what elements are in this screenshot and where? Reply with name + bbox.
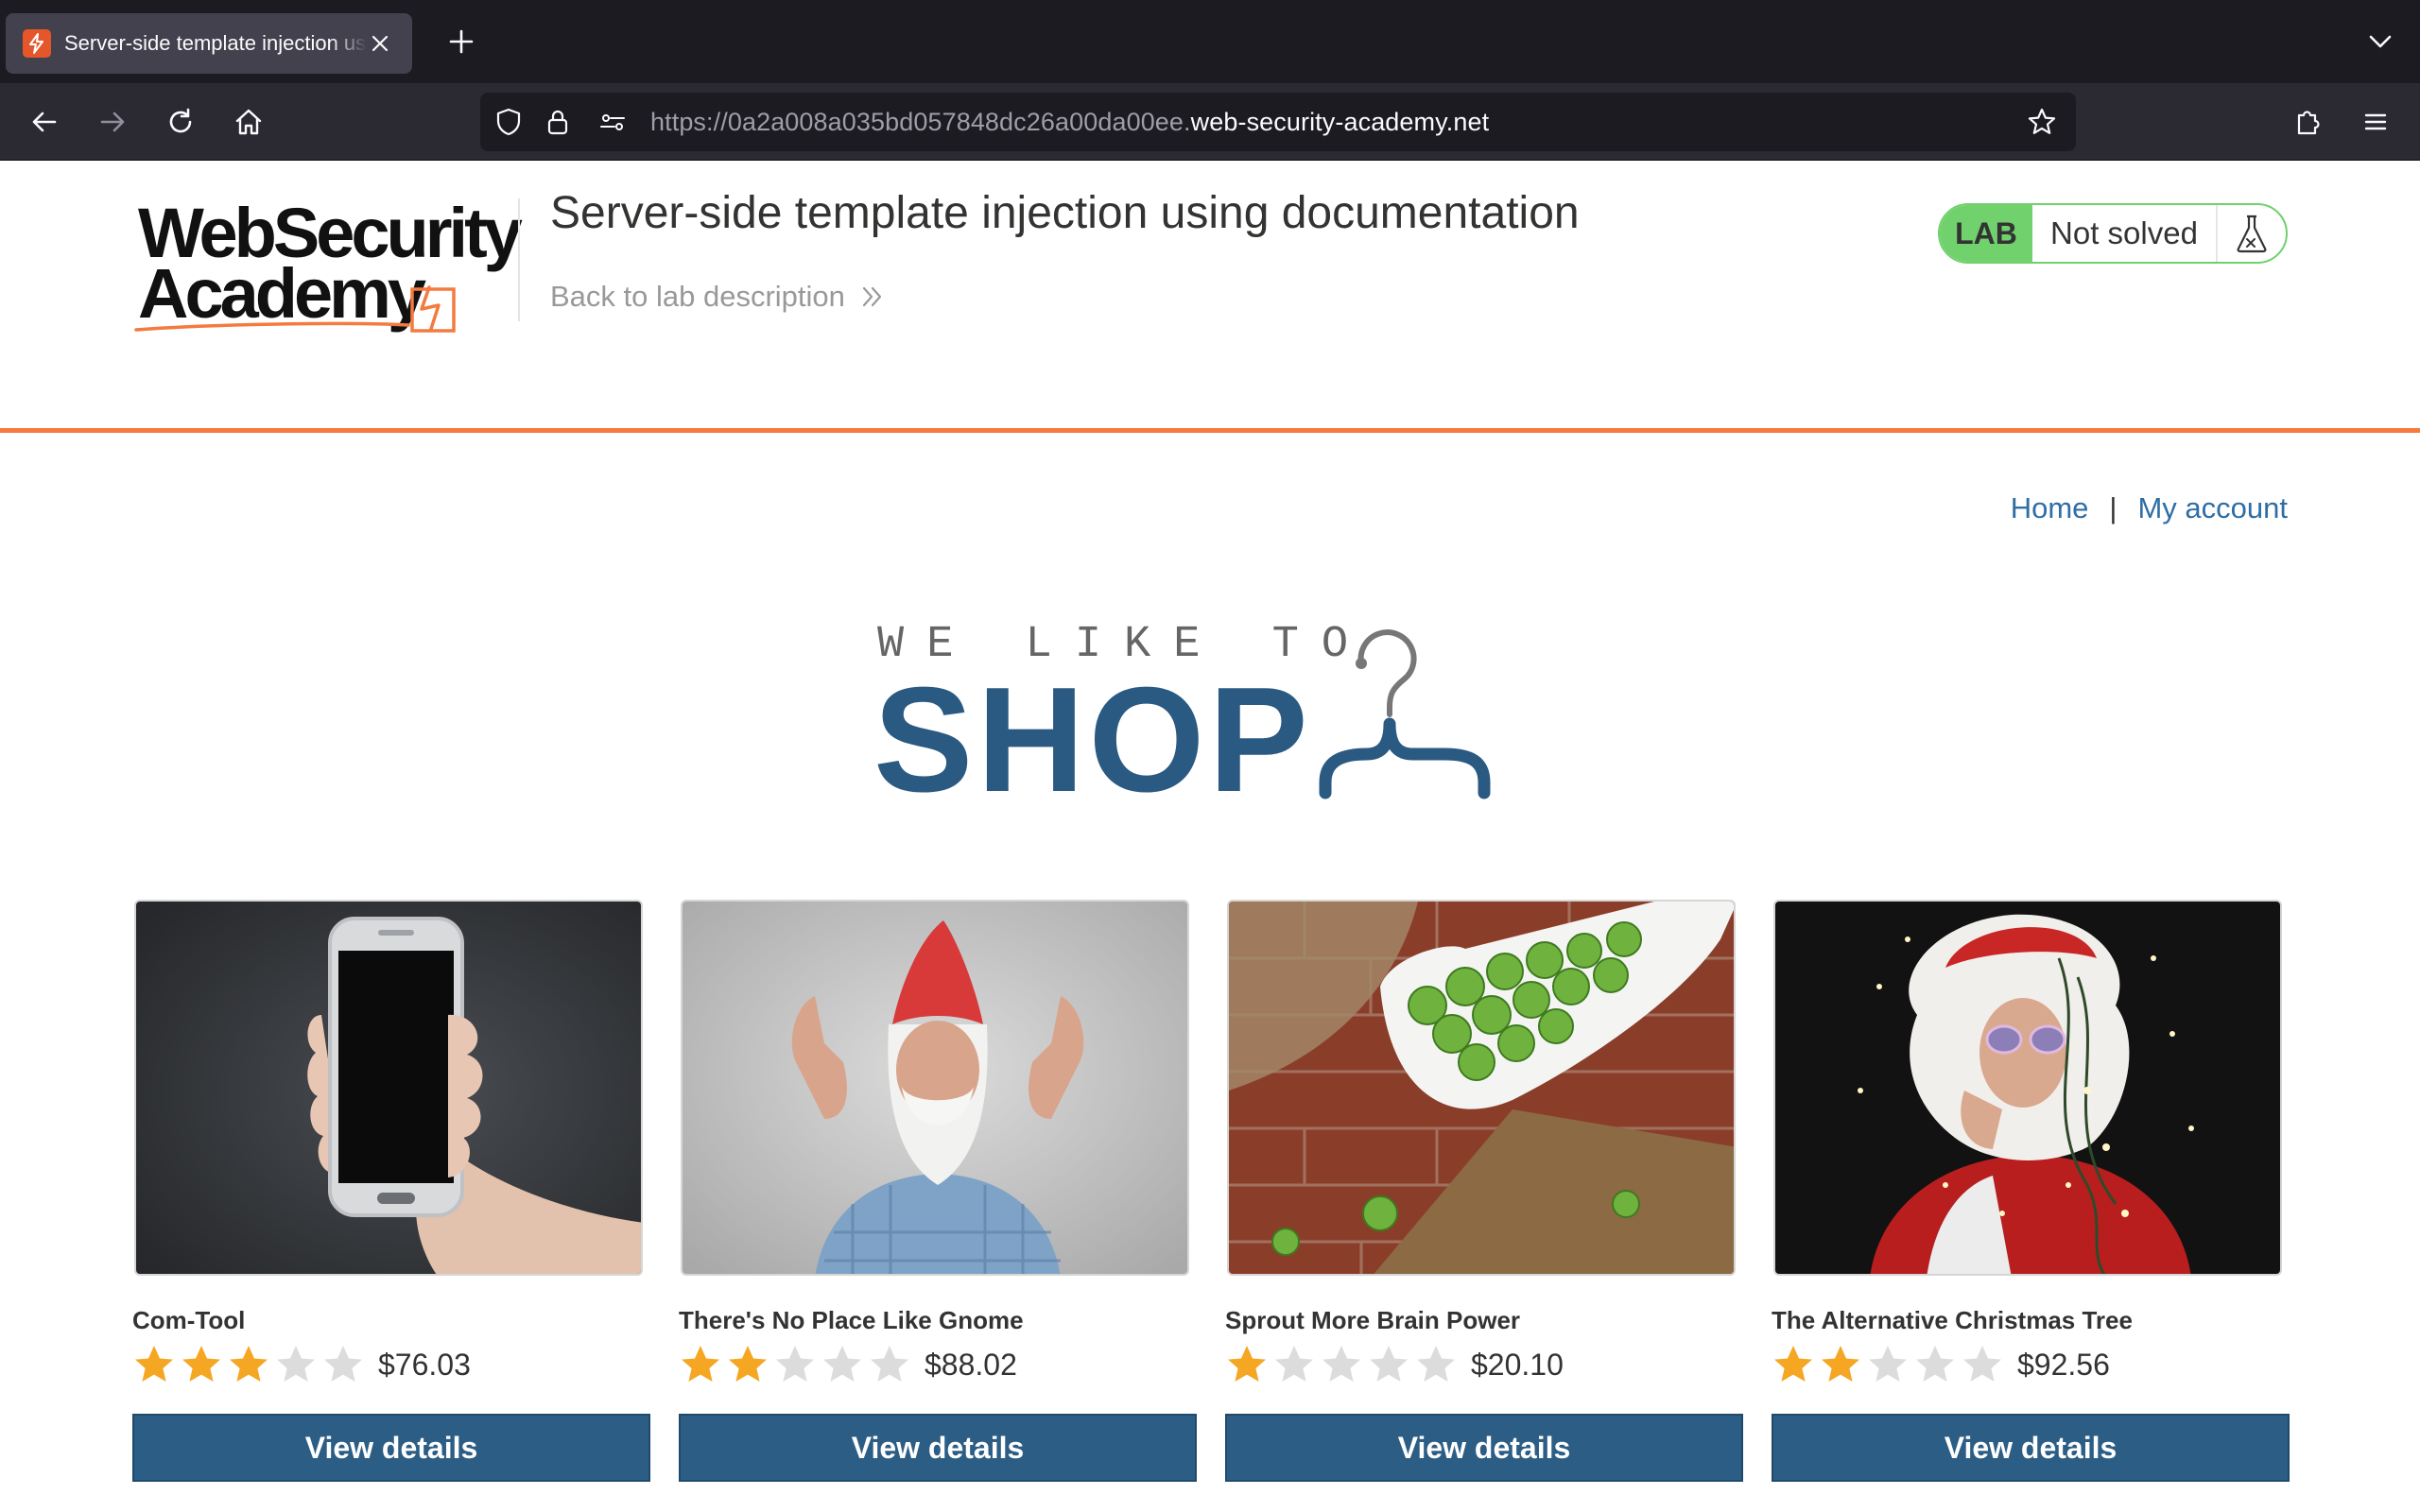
close-tab-icon[interactable]: [367, 30, 393, 57]
browser-tab-active[interactable]: Server-side template injection using doc…: [6, 13, 412, 74]
star-empty-icon: [324, 1346, 362, 1382]
arrow-right-icon: [100, 112, 125, 132]
browser-toolbar: https://0a2a008a035bd057848dc26a00da00ee…: [0, 83, 2420, 161]
product-rating: $88.02: [679, 1342, 1017, 1387]
back-button[interactable]: [25, 102, 64, 142]
view-details-button[interactable]: View details: [679, 1414, 1197, 1482]
extensions-button[interactable]: [2288, 102, 2327, 142]
permissions-icon[interactable]: [597, 107, 628, 137]
star-filled-icon: [135, 1346, 173, 1382]
product-name: The Alternative Christmas Tree: [1772, 1306, 2133, 1334]
star-filled-icon: [230, 1346, 268, 1382]
menu-button[interactable]: [2356, 102, 2395, 142]
top-navigation: Home | My account: [2011, 491, 2288, 525]
puzzle-icon: [2297, 111, 2320, 135]
star-empty-icon: [1869, 1346, 1907, 1382]
star-filled-icon: [682, 1346, 719, 1382]
hamburger-menu-icon: [2364, 113, 2387, 130]
product-image-gnome[interactable]: [681, 900, 1189, 1276]
product-rating: $92.56: [1772, 1342, 2110, 1387]
star-filled-icon: [1822, 1346, 1859, 1382]
product-price: $76.03: [378, 1347, 471, 1382]
my-account-link[interactable]: My account: [2137, 491, 2288, 525]
url-domain: web-security-academy.net: [1190, 108, 1490, 136]
portswigger-favicon-icon: [23, 29, 51, 58]
view-details-button[interactable]: View details: [1225, 1414, 1743, 1482]
star-empty-icon: [1275, 1346, 1313, 1382]
star-empty-icon: [1963, 1346, 2001, 1382]
product-image-sprouts[interactable]: [1227, 900, 1736, 1276]
logo-underline-bolt-icon: [134, 285, 456, 333]
product-rating: $20.10: [1225, 1342, 1564, 1387]
reload-button[interactable]: [161, 102, 200, 142]
home-icon: [235, 109, 262, 135]
lab-header: WebSecurity Academy Server-side template…: [0, 161, 2420, 433]
product-rating: $76.03: [132, 1342, 471, 1387]
star-filled-icon: [729, 1346, 767, 1382]
banner-shop-word: SHOP: [873, 657, 1312, 823]
product-price: $92.56: [2017, 1347, 2110, 1382]
new-tab-icon[interactable]: [442, 23, 480, 60]
product-name: Sprout More Brain Power: [1225, 1306, 1521, 1334]
product-card: There's No Place Like Gnome $88.02 View …: [679, 900, 1197, 1486]
product-name: Com-Tool: [132, 1306, 246, 1334]
forward-button[interactable]: [93, 102, 132, 142]
product-name: There's No Place Like Gnome: [679, 1306, 1024, 1334]
star-filled-icon: [182, 1346, 220, 1382]
star-empty-icon: [823, 1346, 861, 1382]
coat-hanger-icon: [1319, 629, 1491, 799]
lab-status-widget: LAB Not solved: [1938, 203, 2288, 264]
arrow-left-icon: [32, 112, 57, 132]
product-card: Sprout More Brain Power $20.10 View deta…: [1225, 900, 1743, 1486]
chevron-down-icon[interactable]: [2363, 25, 2397, 59]
double-chevron-right-icon: [862, 286, 882, 307]
back-to-lab-description-link[interactable]: Back to lab description: [550, 280, 885, 314]
home-button[interactable]: [229, 102, 268, 142]
flask-icon: [2218, 205, 2286, 262]
product-grid: Com-Tool $76.03 View details There's No …: [132, 900, 2290, 1486]
star-empty-icon: [1322, 1346, 1360, 1382]
back-link-label: Back to lab description: [550, 280, 845, 313]
star-filled-icon: [1774, 1346, 1812, 1382]
star-filled-icon: [1228, 1346, 1266, 1382]
home-link[interactable]: Home: [2011, 491, 2089, 525]
reload-icon: [169, 108, 192, 133]
url-text[interactable]: https://0a2a008a035bd057848dc26a00da00ee…: [650, 108, 1489, 137]
product-image-christmas-tree[interactable]: [1773, 900, 2282, 1276]
nav-separator: |: [2109, 491, 2118, 524]
shop-banner: WE LIKE TO SHOP: [873, 620, 1548, 815]
product-price: $88.02: [925, 1347, 1017, 1382]
star-empty-icon: [871, 1346, 908, 1382]
bookmark-star-icon[interactable]: [2027, 107, 2057, 137]
lock-icon[interactable]: [543, 107, 573, 137]
star-empty-icon: [776, 1346, 814, 1382]
lab-badge: LAB: [1940, 205, 2032, 262]
tab-title: Server-side template injection using doc…: [64, 31, 367, 55]
product-price: $20.10: [1471, 1347, 1564, 1382]
view-details-button[interactable]: View details: [132, 1414, 650, 1482]
product-image-com-tool[interactable]: [134, 900, 643, 1276]
address-bar[interactable]: https://0a2a008a035bd057848dc26a00da00ee…: [480, 93, 2076, 151]
star-empty-icon: [1370, 1346, 1408, 1382]
view-details-button[interactable]: View details: [1772, 1414, 2290, 1482]
lab-title: Server-side template injection using doc…: [550, 188, 1580, 238]
header-divider: [518, 198, 520, 321]
shield-icon[interactable]: [493, 107, 524, 137]
url-prefix: https://0a2a008a035bd057848dc26a00da00ee…: [650, 108, 1191, 136]
product-card: The Alternative Christmas Tree $92.56 Vi…: [1772, 900, 2290, 1486]
star-empty-icon: [1417, 1346, 1455, 1382]
star-empty-icon: [277, 1346, 315, 1382]
star-empty-icon: [1916, 1346, 1954, 1382]
lab-status-text: Not solved: [2032, 205, 2218, 262]
product-card: Com-Tool $76.03 View details: [132, 900, 650, 1486]
browser-tab-bar: Server-side template injection using doc…: [0, 0, 2420, 83]
web-security-academy-logo[interactable]: WebSecurity Academy: [134, 198, 523, 333]
